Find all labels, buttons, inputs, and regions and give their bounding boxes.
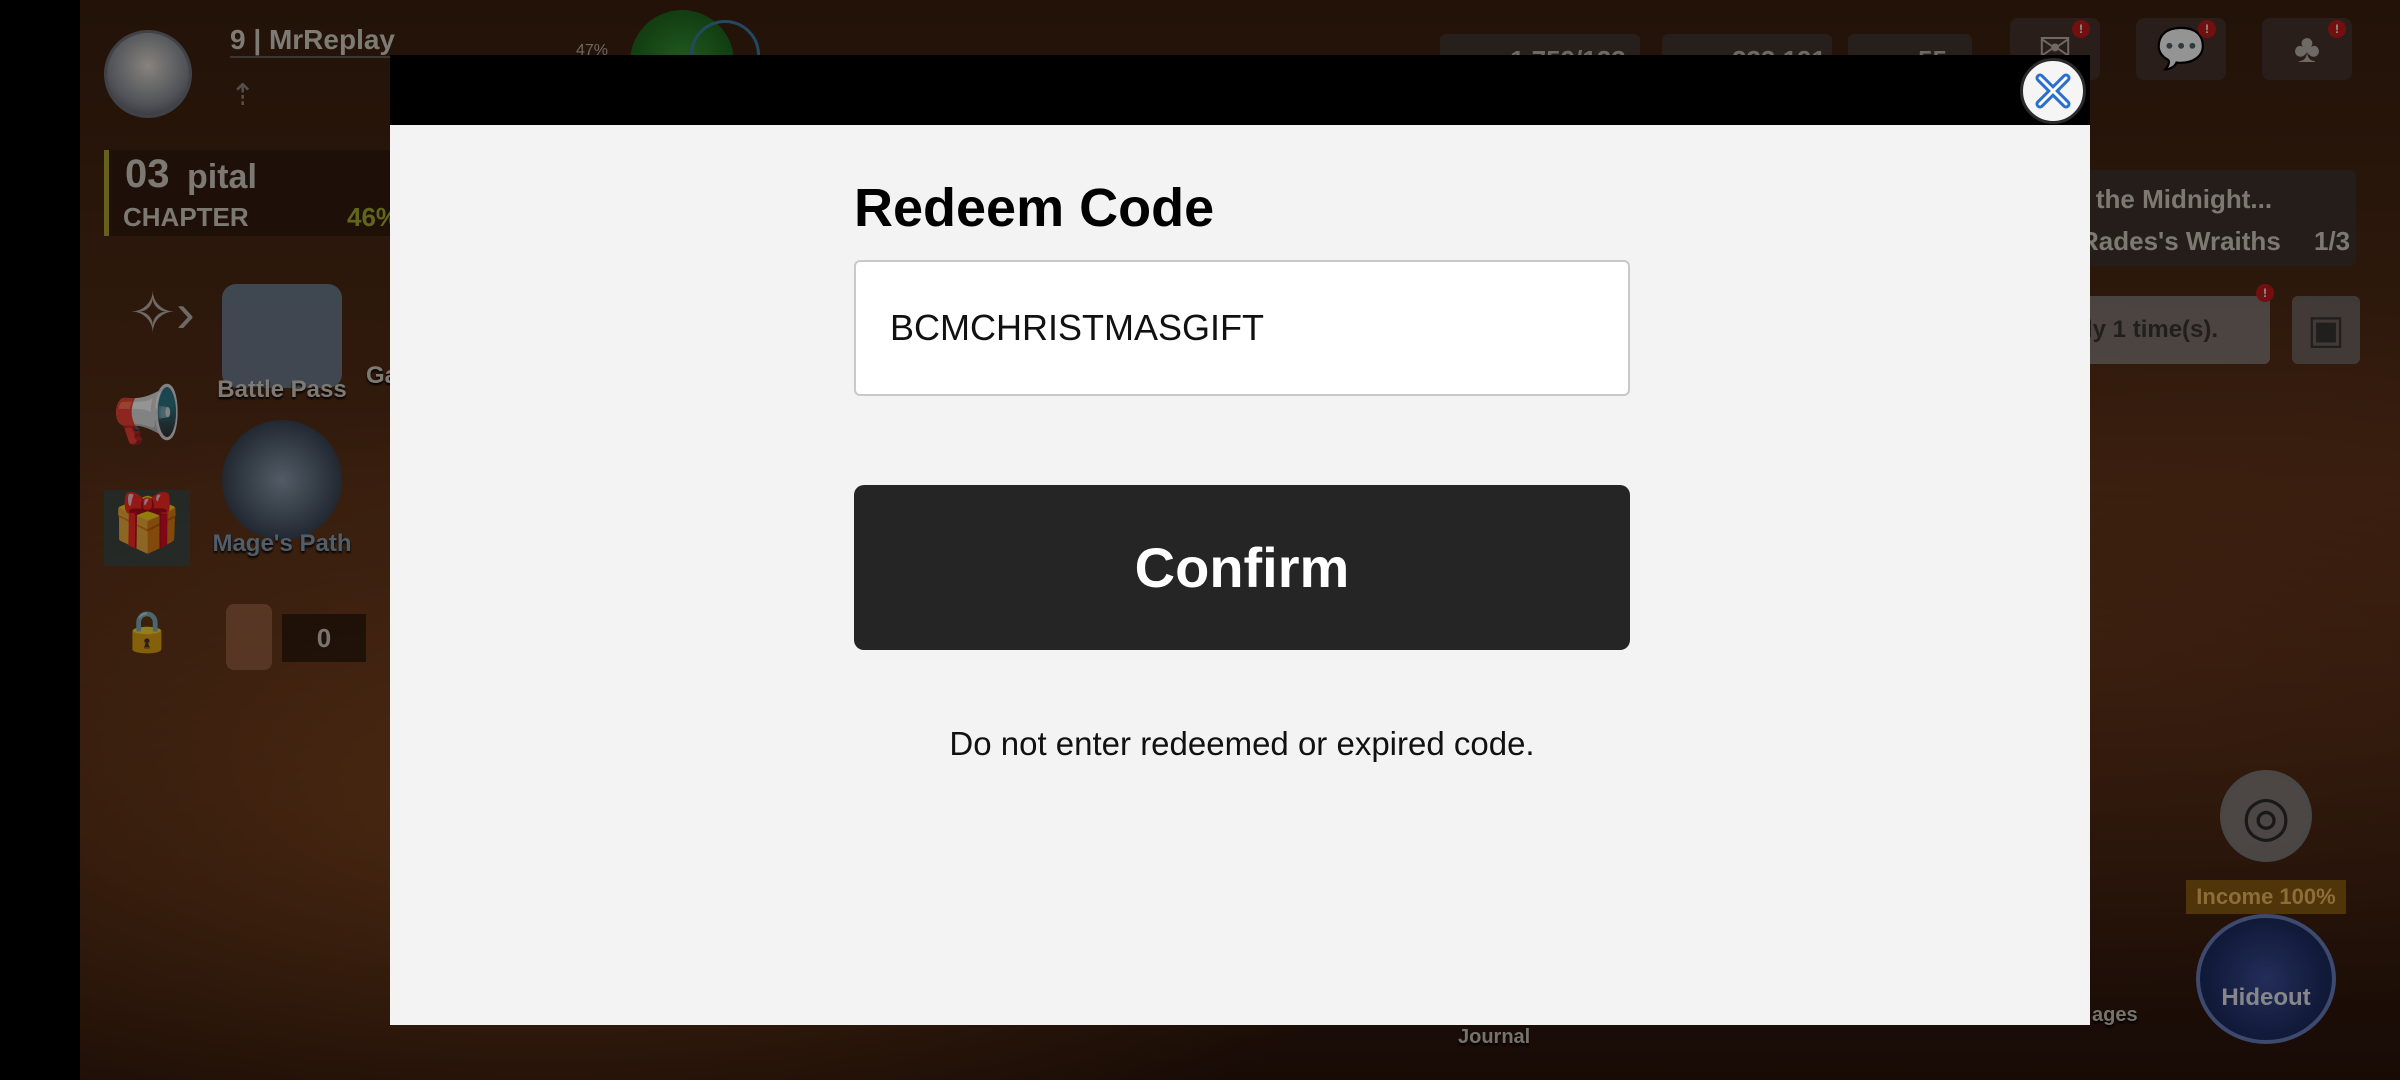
confirm-button[interactable]: Confirm (854, 485, 1630, 650)
redeem-hint: Do not enter redeemed or expired code. (949, 725, 1535, 762)
modal-header (390, 55, 2090, 125)
close-button[interactable] (2020, 58, 2086, 124)
close-icon (2035, 73, 2071, 109)
redeem-code-input[interactable] (854, 260, 1630, 396)
redeem-code-dialog: Redeem Code Confirm Do not enter redeeme… (390, 125, 2090, 1025)
modal-title: Redeem Code (854, 178, 1215, 238)
